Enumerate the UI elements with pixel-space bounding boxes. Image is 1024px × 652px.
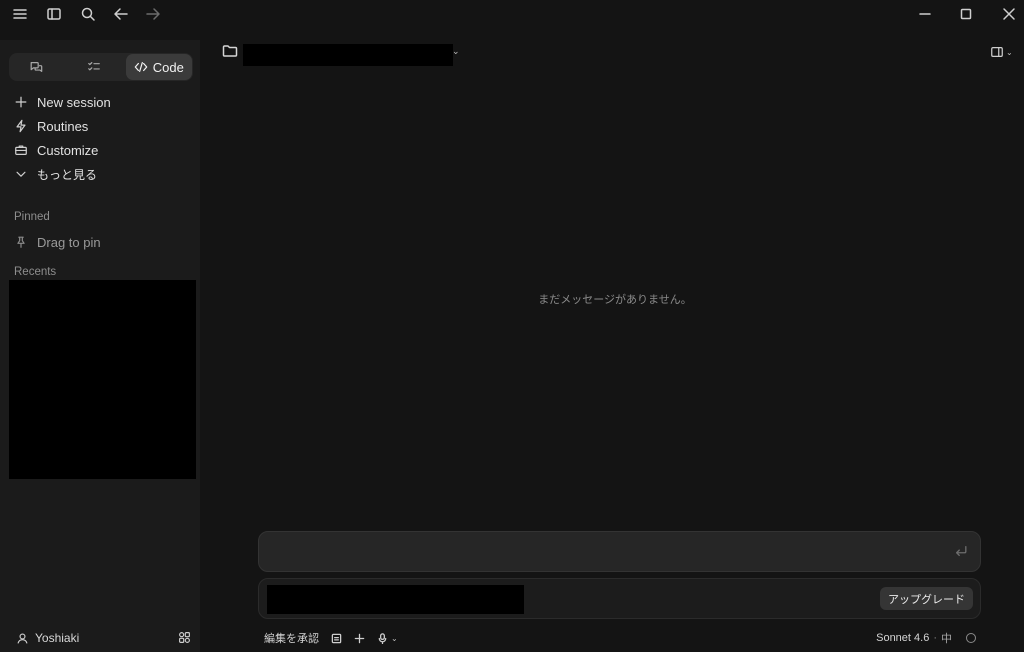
customize-label: Customize (37, 142, 99, 158)
close-icon[interactable] (997, 2, 1021, 26)
checklist-icon (88, 62, 101, 71)
chat-bubbles-icon (30, 62, 43, 72)
user-icon (16, 632, 28, 644)
drag-to-pin-item: Drag to pin (9, 231, 193, 253)
sidebar: Code New session Routines Customize もっと見… (0, 40, 200, 652)
new-session-label: New session (37, 94, 111, 110)
accept-edits-toggle[interactable]: 編集を承認 (264, 630, 319, 646)
settings-toggle-icon[interactable] (178, 631, 191, 644)
bottom-toolbar: 編集を承認 ⌄ Sonnet 4.6 · 中 (264, 630, 980, 646)
user-account[interactable]: Yoshiaki (9, 627, 193, 649)
mode-chat-tab[interactable] (10, 54, 68, 80)
mic-chevron-down-icon[interactable]: ⌄ (391, 634, 398, 643)
microphone-icon[interactable] (377, 632, 388, 644)
customize-item[interactable]: Customize (9, 139, 193, 161)
empty-state-message: まだメッセージがありません。 (538, 294, 692, 306)
context-bar: アップグレード (258, 578, 981, 619)
chevron-down-icon (16, 171, 26, 177)
routines-label: Routines (37, 118, 89, 134)
recents-list-redacted (9, 280, 196, 479)
mode-tasks-tab[interactable] (68, 54, 126, 80)
project-path-redacted (243, 44, 453, 66)
project-path-bar[interactable]: ⌄ (222, 42, 460, 66)
search-icon[interactable] (76, 2, 100, 26)
message-input[interactable] (258, 531, 981, 572)
document-icon[interactable] (331, 633, 342, 644)
mode-code-tab[interactable]: Code (125, 54, 192, 80)
mode-code-label: Code (152, 59, 184, 75)
routines-item[interactable]: Routines (9, 115, 193, 137)
new-session-item[interactable]: New session (9, 91, 193, 113)
context-redacted (267, 585, 524, 614)
more-item[interactable]: もっと見る (9, 163, 193, 185)
minimize-icon[interactable] (913, 2, 937, 26)
mode-switcher: Code (9, 53, 193, 81)
user-name: Yoshiaki (35, 631, 80, 645)
sidebar-toggle-icon[interactable] (42, 2, 66, 26)
pin-icon (17, 236, 25, 248)
model-separator: · (933, 632, 937, 644)
panel-icon (991, 47, 1003, 57)
upgrade-button[interactable]: アップグレード (880, 587, 973, 610)
panel-chevron-down-icon: ⌄ (1006, 47, 1013, 57)
recents-heading: Recents (14, 266, 57, 278)
back-arrow-icon[interactable] (109, 2, 133, 26)
title-bar (0, 0, 1024, 28)
enter-icon[interactable] (954, 544, 968, 558)
more-label: もっと見る (37, 167, 98, 182)
lightning-icon (16, 119, 26, 133)
pinned-heading: Pinned (14, 211, 50, 223)
briefcase-icon (15, 145, 27, 155)
folder-icon (222, 44, 238, 57)
model-name: Sonnet 4.6 (876, 632, 930, 644)
effort-level: 中 (941, 633, 952, 645)
side-panel-toggle[interactable]: ⌄ (990, 45, 1013, 59)
plus-icon (15, 96, 27, 108)
maximize-icon[interactable] (954, 2, 978, 26)
status-ring-icon (966, 633, 976, 643)
plus-icon[interactable] (354, 633, 365, 644)
forward-arrow-icon[interactable] (141, 2, 165, 26)
model-selector[interactable]: Sonnet 4.6 · 中 (876, 630, 976, 646)
menu-icon[interactable] (8, 2, 32, 26)
drag-to-pin-label: Drag to pin (37, 234, 101, 250)
code-icon (134, 62, 148, 72)
path-chevron-down-icon[interactable]: ⌄ (452, 46, 460, 57)
